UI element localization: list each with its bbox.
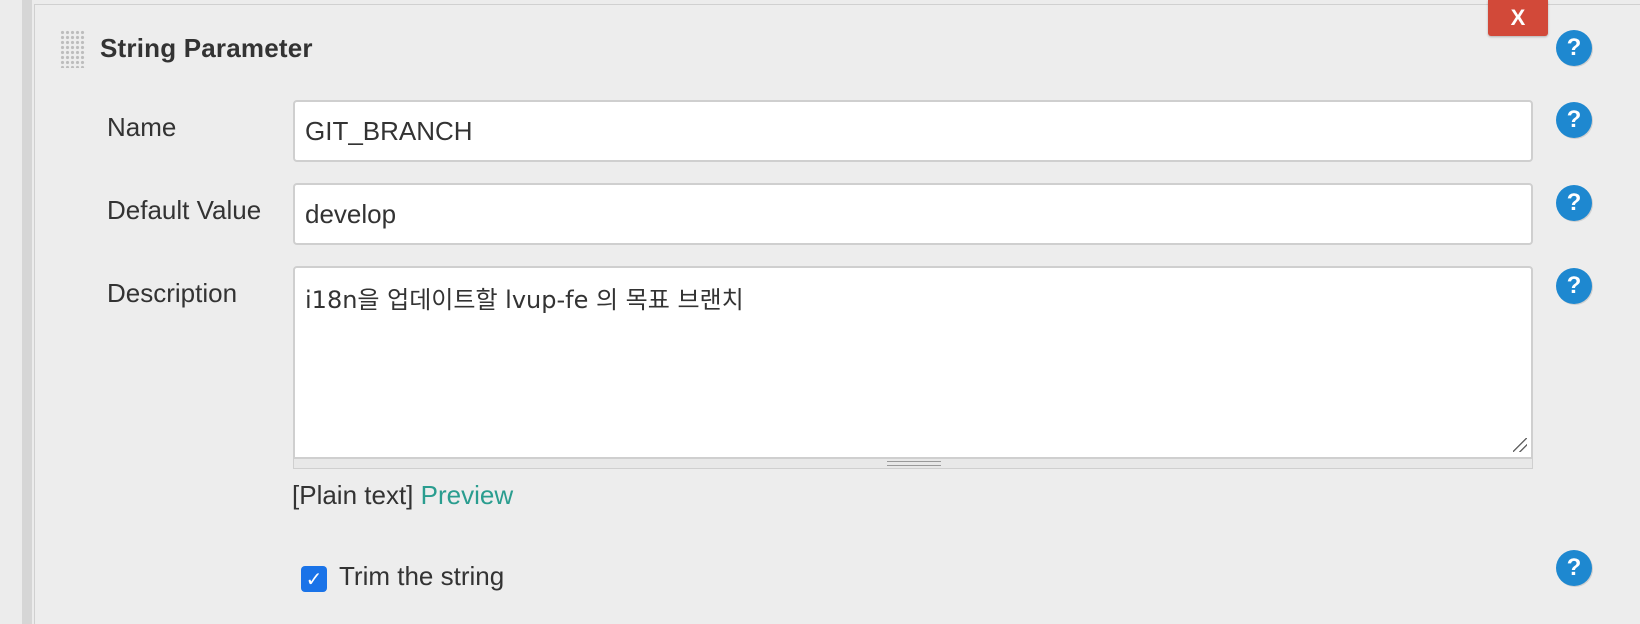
- preview-link[interactable]: Preview: [421, 480, 513, 510]
- description-label: Description: [107, 278, 238, 308]
- default-value-label: Default Value: [107, 195, 262, 225]
- string-parameter-page: String Parameter X ? Name ? Default Valu…: [0, 0, 1640, 624]
- drag-handle-icon[interactable]: [60, 30, 86, 68]
- question-mark-icon[interactable]: ?: [1556, 550, 1592, 586]
- name-input[interactable]: [293, 100, 1533, 162]
- description-textarea[interactable]: i18n을 업데이트할 lvup-fe 의 목표 브랜치: [293, 266, 1533, 459]
- resize-grip-icon[interactable]: [887, 461, 941, 466]
- description-field: i18n을 업데이트할 lvup-fe 의 목표 브랜치: [293, 266, 1533, 469]
- question-mark-icon[interactable]: ?: [1556, 30, 1592, 66]
- trim-string-checkbox[interactable]: ✓: [301, 566, 327, 592]
- checkmark-icon: ✓: [305, 568, 323, 591]
- default-value-input[interactable]: [293, 183, 1533, 245]
- left-rail: [22, 0, 32, 624]
- question-mark-icon[interactable]: ?: [1556, 185, 1592, 221]
- question-mark-icon[interactable]: ?: [1556, 268, 1592, 304]
- markup-format-note: [Plain text] Preview: [292, 480, 513, 511]
- delete-parameter-button[interactable]: X: [1488, 0, 1548, 36]
- question-mark-icon[interactable]: ?: [1556, 102, 1592, 138]
- trim-string-label[interactable]: Trim the string: [339, 561, 504, 592]
- resize-corner-icon[interactable]: [1513, 438, 1527, 452]
- plain-text-label: [Plain text]: [292, 480, 414, 510]
- section-title: String Parameter: [100, 33, 313, 63]
- textarea-resize-bar[interactable]: [293, 459, 1533, 469]
- name-label: Name: [107, 112, 177, 142]
